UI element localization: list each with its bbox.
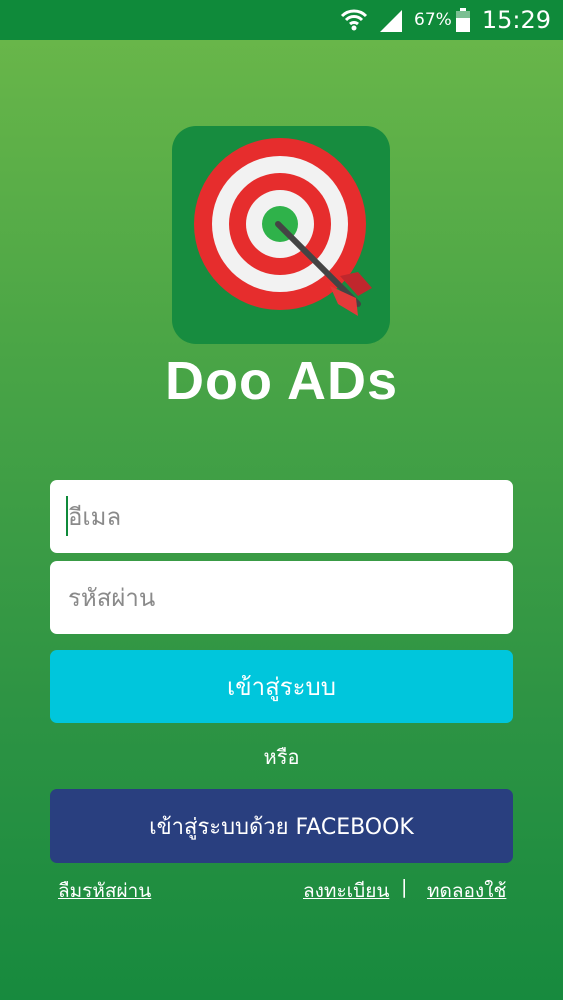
battery-icon (455, 8, 470, 32)
register-link[interactable]: ลงทะเบียน (303, 876, 389, 906)
text-caret (66, 496, 68, 536)
password-input[interactable] (66, 560, 513, 635)
email-field[interactable] (50, 479, 513, 554)
status-bar: 67% 15:29 (0, 0, 563, 40)
forgot-password-link[interactable]: ลืมรหัสผ่าน (58, 876, 151, 906)
login-button[interactable]: เข้าสู่ระบบ (50, 650, 513, 723)
battery-percent: 67% (414, 10, 452, 30)
target-icon (194, 138, 372, 316)
status-time: 15:29 (481, 6, 551, 34)
wifi-icon (340, 7, 368, 33)
signal-icon (378, 8, 404, 32)
app-title: Doo ADs (165, 351, 398, 411)
trial-link[interactable]: ทดลองใช้ (427, 876, 506, 906)
link-separator: | (401, 876, 408, 898)
app-logo (172, 126, 390, 344)
email-input[interactable] (66, 479, 513, 554)
password-field[interactable] (50, 560, 513, 635)
facebook-login-button[interactable]: เข้าสู่ระบบด้วย FACEBOOK (50, 789, 513, 863)
or-divider-text: หรือ (263, 745, 300, 769)
